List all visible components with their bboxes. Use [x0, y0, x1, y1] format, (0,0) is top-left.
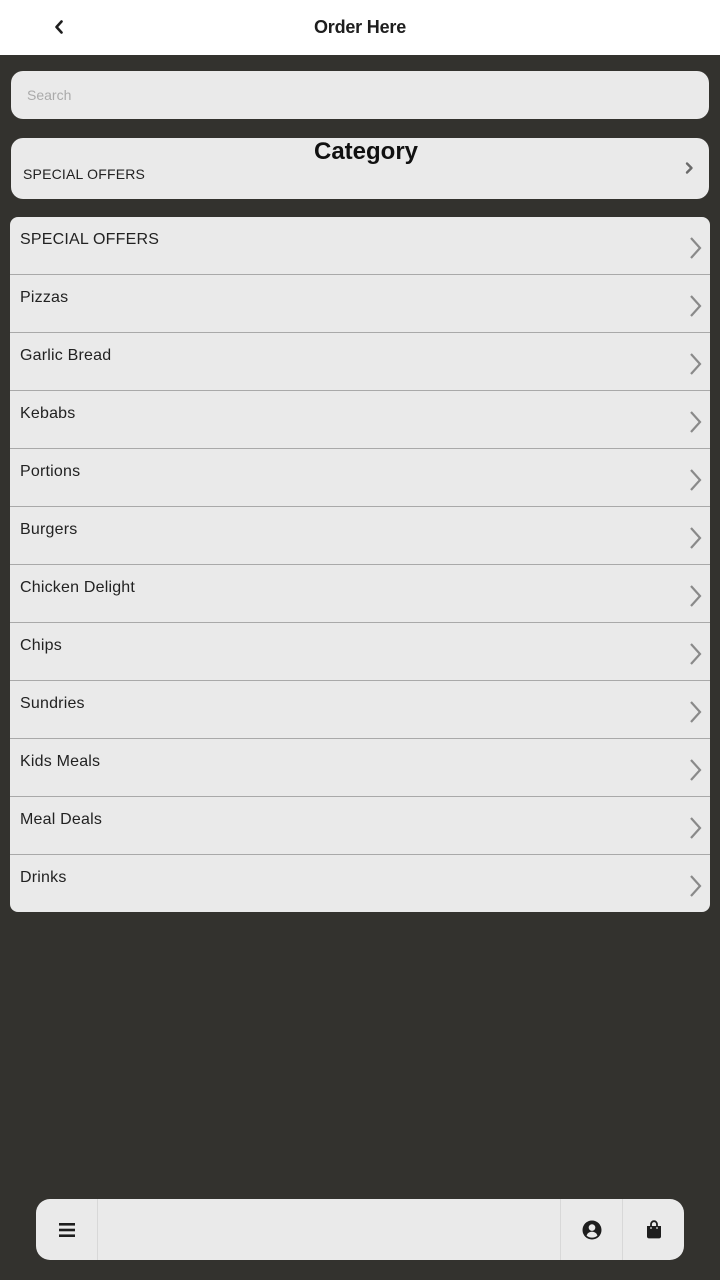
chevron-right-icon [690, 759, 702, 781]
top-bar: Order Here [0, 0, 720, 55]
category-selector[interactable]: Category SPECIAL OFFERS [11, 138, 709, 199]
category-title: Category [313, 138, 419, 165]
hamburger-menu-icon [58, 1222, 75, 1237]
chevron-right-icon [690, 411, 702, 433]
menu-button[interactable] [36, 1199, 98, 1260]
category-list-item-label: Meal Deals [20, 811, 103, 828]
category-list-item-label: Sundries [20, 695, 85, 712]
category-list-item[interactable]: Chips [10, 622, 710, 680]
category-list-item[interactable]: Burgers [10, 506, 710, 564]
bottom-bar [36, 1199, 684, 1260]
category-list-item-label: Kids Meals [20, 753, 101, 770]
category-list-item[interactable]: Pizzas [10, 274, 710, 332]
chevron-right-icon [690, 469, 702, 491]
account-button[interactable] [560, 1199, 622, 1260]
category-list-item[interactable]: Drinks [10, 854, 710, 912]
category-list-item-label: Portions [20, 463, 81, 480]
chevron-right-icon [690, 875, 702, 897]
chevron-left-icon [55, 20, 63, 34]
chevron-right-icon [690, 701, 702, 723]
chevron-right-icon [685, 162, 693, 174]
category-selected-value: SPECIAL OFFERS [23, 166, 146, 182]
category-list-item-label: Chicken Delight [20, 579, 136, 596]
category-list-item[interactable]: Sundries [10, 680, 710, 738]
category-list-item[interactable]: Kebabs [10, 390, 710, 448]
category-list-item-label: Pizzas [20, 289, 69, 306]
category-list-item-label: Burgers [20, 521, 78, 538]
chevron-right-icon [690, 295, 702, 317]
chevron-right-icon [690, 585, 702, 607]
category-list-item[interactable]: Meal Deals [10, 796, 710, 854]
chevron-right-icon [690, 237, 702, 259]
category-list-item-label: Garlic Bread [20, 347, 112, 364]
category-list-item-label: Drinks [20, 869, 67, 886]
category-list-item[interactable]: Garlic Bread [10, 332, 710, 390]
category-list-item[interactable]: SPECIAL OFFERS [10, 217, 710, 274]
search-input[interactable] [11, 71, 709, 119]
category-list-item[interactable]: Portions [10, 448, 710, 506]
category-list-item-label: Chips [20, 637, 62, 654]
chevron-right-icon [690, 353, 702, 375]
back-button[interactable] [44, 12, 74, 42]
category-list-item-label: Kebabs [20, 405, 76, 422]
chevron-right-icon [690, 643, 702, 665]
category-list-item[interactable]: Kids Meals [10, 738, 710, 796]
shopping-bag-icon [646, 1220, 661, 1239]
page-title: Order Here [313, 17, 407, 37]
bottom-bar-spacer [98, 1199, 560, 1260]
category-list-item-label: SPECIAL OFFERS [20, 231, 160, 248]
user-circle-icon [582, 1220, 601, 1239]
category-list-item[interactable]: Chicken Delight [10, 564, 710, 622]
chevron-right-icon [690, 527, 702, 549]
category-list: SPECIAL OFFERS Pizzas Garlic Bread Kebabs Po… [10, 217, 710, 912]
cart-button[interactable] [622, 1199, 684, 1260]
chevron-right-icon [690, 817, 702, 839]
